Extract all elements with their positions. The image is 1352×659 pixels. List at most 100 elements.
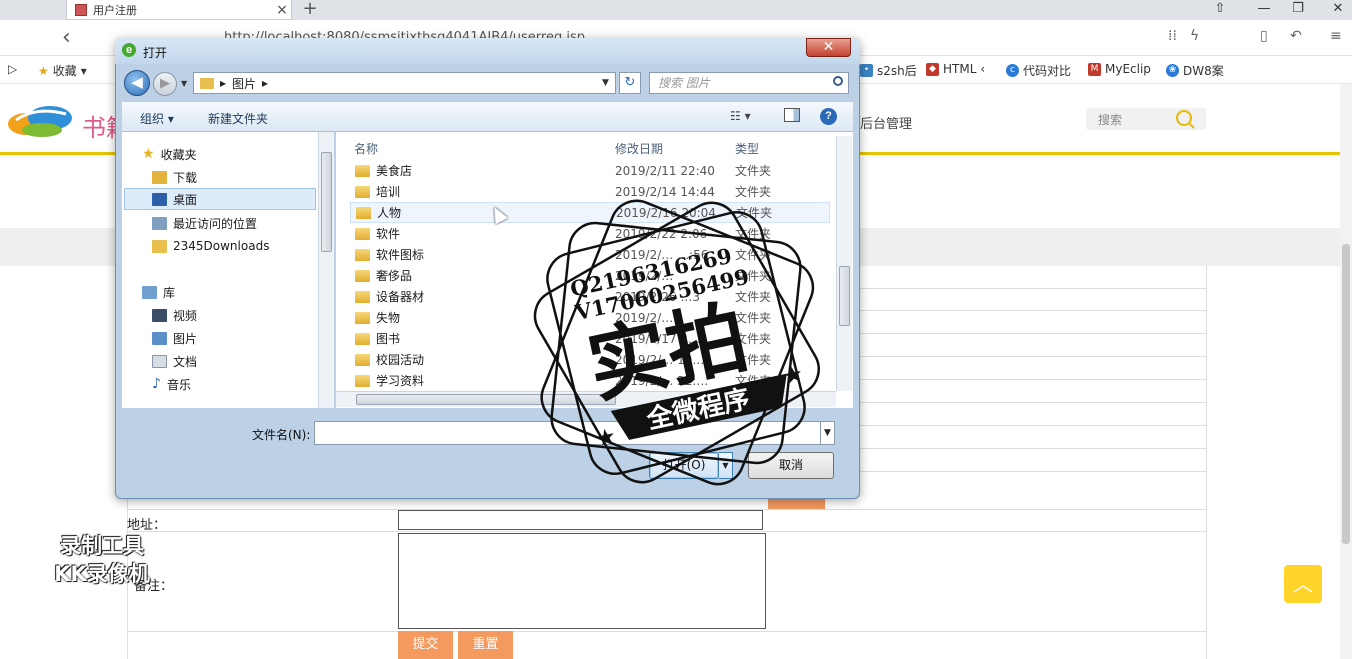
browser-tab[interactable]: 用户注册 × [66,0,292,20]
forward-arrow-icon[interactable]: ▶ [153,72,177,96]
nav-pictures[interactable]: 图片 [152,327,197,349]
address-label: 地址： [127,518,167,533]
bookmark-item-s2sh[interactable]: • s2sh后 [860,62,917,79]
history-dropdown-icon[interactable]: ▼ [181,79,187,88]
organize-menu[interactable]: 组织 ▾ [140,110,174,127]
nav-library[interactable]: 库 [142,281,175,303]
nav-pane-scrollbar[interactable] [318,132,334,408]
column-header-type[interactable]: 类型 [735,140,759,157]
reset-button[interactable]: 重置 [458,631,513,659]
lightning-icon[interactable]: ϟ [1190,28,1199,44]
path-dropdown-icon[interactable]: ▼ [602,78,609,88]
close-window-button[interactable]: ✕ [1324,0,1352,20]
nav-desktop[interactable]: 桌面 [124,188,316,210]
apps-grid-icon[interactable]: ⁞⁞ [1168,28,1177,44]
back-icon[interactable]: ‹ [62,25,71,50]
bookmark-label: s2sh后 [877,64,917,78]
restore-button[interactable]: ❐ [1284,0,1312,20]
nav-label: 收藏夹 [160,147,197,162]
nav-music[interactable]: ♪ 音乐 [152,373,191,395]
dialog-close-button[interactable]: ✕ [806,38,851,57]
dialog-title: 打开 [143,46,168,60]
stamp-watermark: Q2196316269 V17060256499 实拍 全微程序 ★ ★ [533,199,820,486]
form-row-divider [127,531,1207,532]
path-separator: ▸ [262,76,269,90]
nav-pane-scrollbar-thumb[interactable] [321,152,332,252]
bookmark-favicon-icon: ◆ [926,62,939,76]
video-icon [152,308,167,322]
bookmark-favicon-icon: • [860,64,873,77]
bookmark-label: 代码对比 [1023,64,1072,78]
new-folder-button[interactable]: 新建文件夹 [208,110,268,127]
folder-icon [355,290,370,303]
column-header-name[interactable]: 名称 [354,140,378,157]
remark-textarea[interactable] [398,533,766,629]
back-arrow-icon[interactable]: ◀ [124,70,150,96]
folder-icon [355,164,370,177]
star-icon: ★ [781,362,806,391]
pictures-icon [152,331,167,345]
new-tab-button[interactable]: + [300,0,320,20]
file-list-scrollbar-thumb[interactable] [839,266,850,326]
page-favicon-icon [75,3,87,16]
address-input[interactable] [398,510,763,530]
bookmark-item-diff[interactable]: c 代码对比 [1006,62,1071,79]
bookmark-favicon-icon: c [1006,64,1019,77]
path-segment-pictures[interactable]: 图片 [232,75,256,92]
star-icon: ★ [142,146,155,162]
refresh-icon[interactable]: ↻ [619,72,641,94]
nav-2345downloads[interactable]: 2345Downloads [152,235,269,257]
bookmark-page-icon[interactable]: ▯ [1260,28,1268,44]
nav-label: 库 [163,285,176,300]
nav-recent[interactable]: 最近访问的位置 [152,212,257,234]
folder-icon [355,332,370,345]
bookmark-favicon-icon: M [1088,62,1101,76]
star-icon: ★ [594,424,619,453]
minimize-button[interactable]: — [1250,0,1278,20]
dialog-titlebar[interactable] [115,38,860,64]
nav-label: 下载 [173,170,198,185]
sidebar-toggle-icon[interactable]: ▷ [8,62,17,76]
folder-icon [152,239,167,253]
bookmark-item-html[interactable]: ◆ HTML ‹ [926,62,985,76]
nav-documents[interactable]: 文档 [152,350,197,372]
folder-icon [355,353,370,366]
search-icon[interactable] [1176,110,1192,126]
folder-icon [355,227,370,240]
help-icon[interactable]: ? [820,108,837,125]
undo-icon[interactable]: ↶ [1290,28,1302,44]
preview-pane-icon[interactable] [784,108,800,122]
bookmark-item-dw8[interactable]: ❀ DW8案 [1166,62,1224,79]
folder-icon [355,185,370,198]
page-scrollbar-thumb[interactable] [1342,244,1350,544]
file-type: 文件夹 [735,164,772,178]
menu-icon[interactable]: ≡ [1330,28,1342,44]
scroll-top-button[interactable]: ︿ [1284,565,1322,603]
dialog-search-input[interactable]: 搜索 图片 [649,72,849,94]
list-item[interactable]: 美食店 2019/2/11 22:40 文件夹 [350,160,830,181]
submit-button[interactable]: 提交 [398,631,453,659]
view-menu[interactable]: ☷ ▾ [730,109,751,123]
nav-label: 桌面 [173,192,198,207]
nav-admin-link[interactable]: 后台管理 [860,113,912,132]
nav-videos[interactable]: 视频 [152,304,197,326]
bookmark-label: MyEclip [1105,62,1151,76]
nav-label: 文档 [173,354,198,369]
upload-icon[interactable]: ⇧ [1206,0,1234,20]
column-header-date[interactable]: 修改日期 [615,140,663,157]
paw-icon: ❀ [1166,64,1179,77]
form-row-divider [127,631,1207,632]
bookmark-label: DW8案 [1183,64,1224,78]
folder-icon [356,206,371,219]
nav-favorites[interactable]: ★ 收藏夹 [142,143,197,165]
nav-downloads[interactable]: 下载 [152,166,197,188]
folder-icon [200,77,214,89]
tab-close-icon[interactable]: × [273,2,291,18]
path-breadcrumb[interactable]: ▸ 图片 ▸ [193,72,616,94]
favorites-menu[interactable]: ★ 收藏 ▾ [38,62,87,79]
page-scrollbar[interactable] [1340,84,1352,659]
file-list-scrollbar[interactable] [836,136,852,391]
bookmark-item-myeclipse[interactable]: M MyEclip [1088,62,1151,76]
favorites-label: 收藏 [52,64,77,78]
filename-label: 文件名(N): [252,428,311,442]
